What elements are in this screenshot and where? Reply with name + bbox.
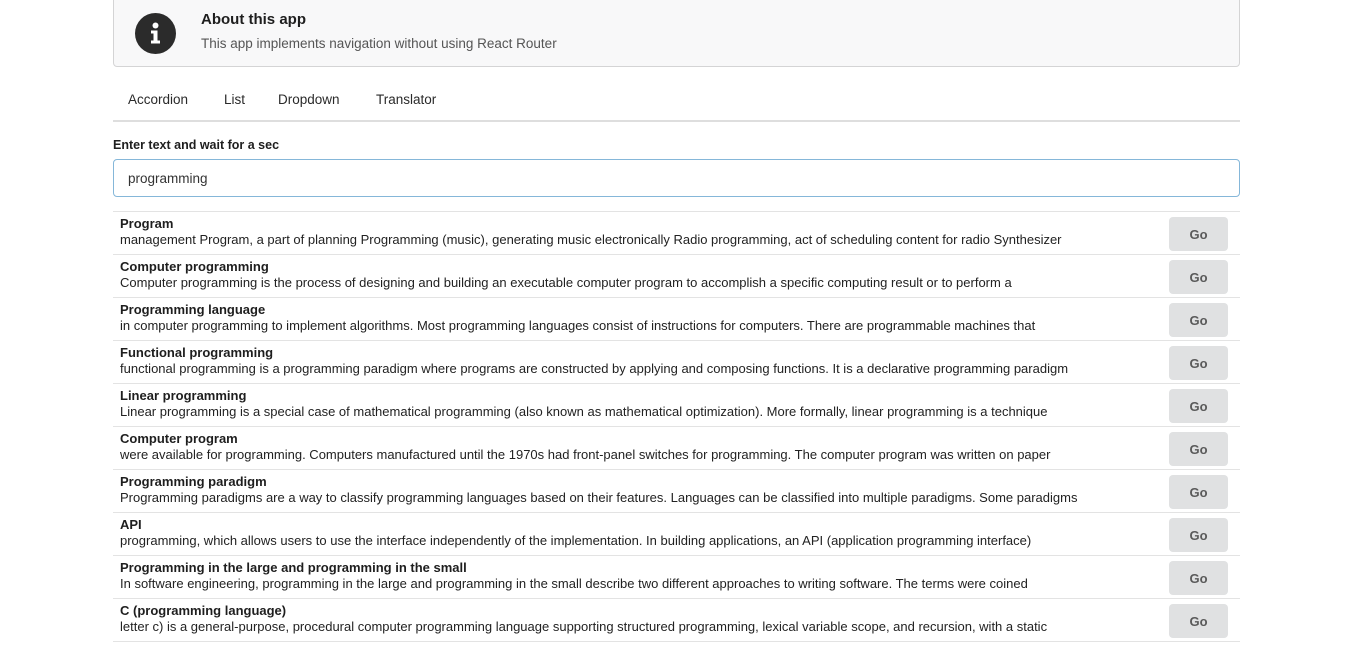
- search-label: Enter text and wait for a sec: [113, 138, 280, 152]
- menu-item-list[interactable]: List: [224, 92, 245, 107]
- result-title: Programming paradigm: [120, 474, 267, 489]
- result-snippet: management Program, a part of planning P…: [120, 232, 1062, 247]
- list-item: Programming language in computer programm…: [113, 298, 1240, 341]
- list-item: Linear programming Linear programming is …: [113, 384, 1240, 427]
- result-snippet: were available for programming. Computer…: [120, 447, 1051, 462]
- go-button[interactable]: Go: [1169, 432, 1228, 466]
- go-button[interactable]: Go: [1169, 346, 1228, 380]
- search-input[interactable]: [113, 159, 1240, 197]
- result-snippet: In software engineering, programming in …: [120, 576, 1028, 591]
- list-item: C (programming language) letter c) is a g…: [113, 599, 1240, 642]
- about-text: This app implements navigation without u…: [201, 36, 557, 51]
- result-snippet: functional programming is a programming …: [120, 361, 1069, 376]
- menu-item-dropdown[interactable]: Dropdown: [278, 92, 340, 107]
- result-title: Program: [120, 216, 174, 231]
- list-item: Program management Program, a part of pla…: [113, 212, 1240, 255]
- results-list: Program management Program, a part of pla…: [113, 211, 1240, 642]
- result-snippet: in computer programming to implement alg…: [120, 318, 1036, 333]
- go-button[interactable]: Go: [1169, 518, 1228, 552]
- list-item: Programming paradigm Programming paradigm…: [113, 470, 1240, 513]
- result-title: API: [120, 517, 142, 532]
- about-message: About this app This app implements navig…: [113, 0, 1240, 67]
- result-title: Computer programming: [120, 259, 269, 274]
- result-title: Computer program: [120, 431, 238, 446]
- result-snippet: Computer programming is the process of d…: [120, 275, 1012, 290]
- result-title: Programming in the large and programming…: [120, 560, 467, 575]
- go-button[interactable]: Go: [1169, 561, 1228, 595]
- list-item: Functional programming functional program…: [113, 341, 1240, 384]
- result-snippet: Programming paradigms are a way to class…: [120, 490, 1078, 505]
- result-snippet: programming, which allows users to use t…: [120, 533, 1032, 548]
- go-button[interactable]: Go: [1169, 217, 1228, 251]
- list-item: Computer programming Computer programming…: [113, 255, 1240, 298]
- list-item: API programming, which allows users to us…: [113, 513, 1240, 556]
- result-title: Linear programming: [120, 388, 247, 403]
- result-title: Programming language: [120, 302, 266, 317]
- list-item: Computer program were available for progr…: [113, 427, 1240, 470]
- info-icon: [135, 13, 176, 54]
- app-container: About this app This app implements navig…: [113, 0, 1240, 642]
- nav-menu: Accordion List Dropdown Translator: [113, 82, 1240, 122]
- menu-item-translator[interactable]: Translator: [376, 92, 436, 107]
- go-button[interactable]: Go: [1169, 389, 1228, 423]
- go-button[interactable]: Go: [1169, 260, 1228, 294]
- about-title: About this app: [201, 11, 306, 28]
- result-snippet: Linear programming is a special case of …: [120, 404, 1048, 419]
- list-item: Programming in the large and programming…: [113, 556, 1240, 599]
- result-snippet: letter c) is a general-purpose, procedur…: [120, 619, 1048, 634]
- go-button[interactable]: Go: [1169, 303, 1228, 337]
- go-button[interactable]: Go: [1169, 475, 1228, 509]
- menu-item-accordion[interactable]: Accordion: [128, 92, 188, 107]
- result-title: Functional programming: [120, 345, 274, 360]
- result-title: C (programming language): [120, 603, 287, 618]
- go-button[interactable]: Go: [1169, 604, 1228, 638]
